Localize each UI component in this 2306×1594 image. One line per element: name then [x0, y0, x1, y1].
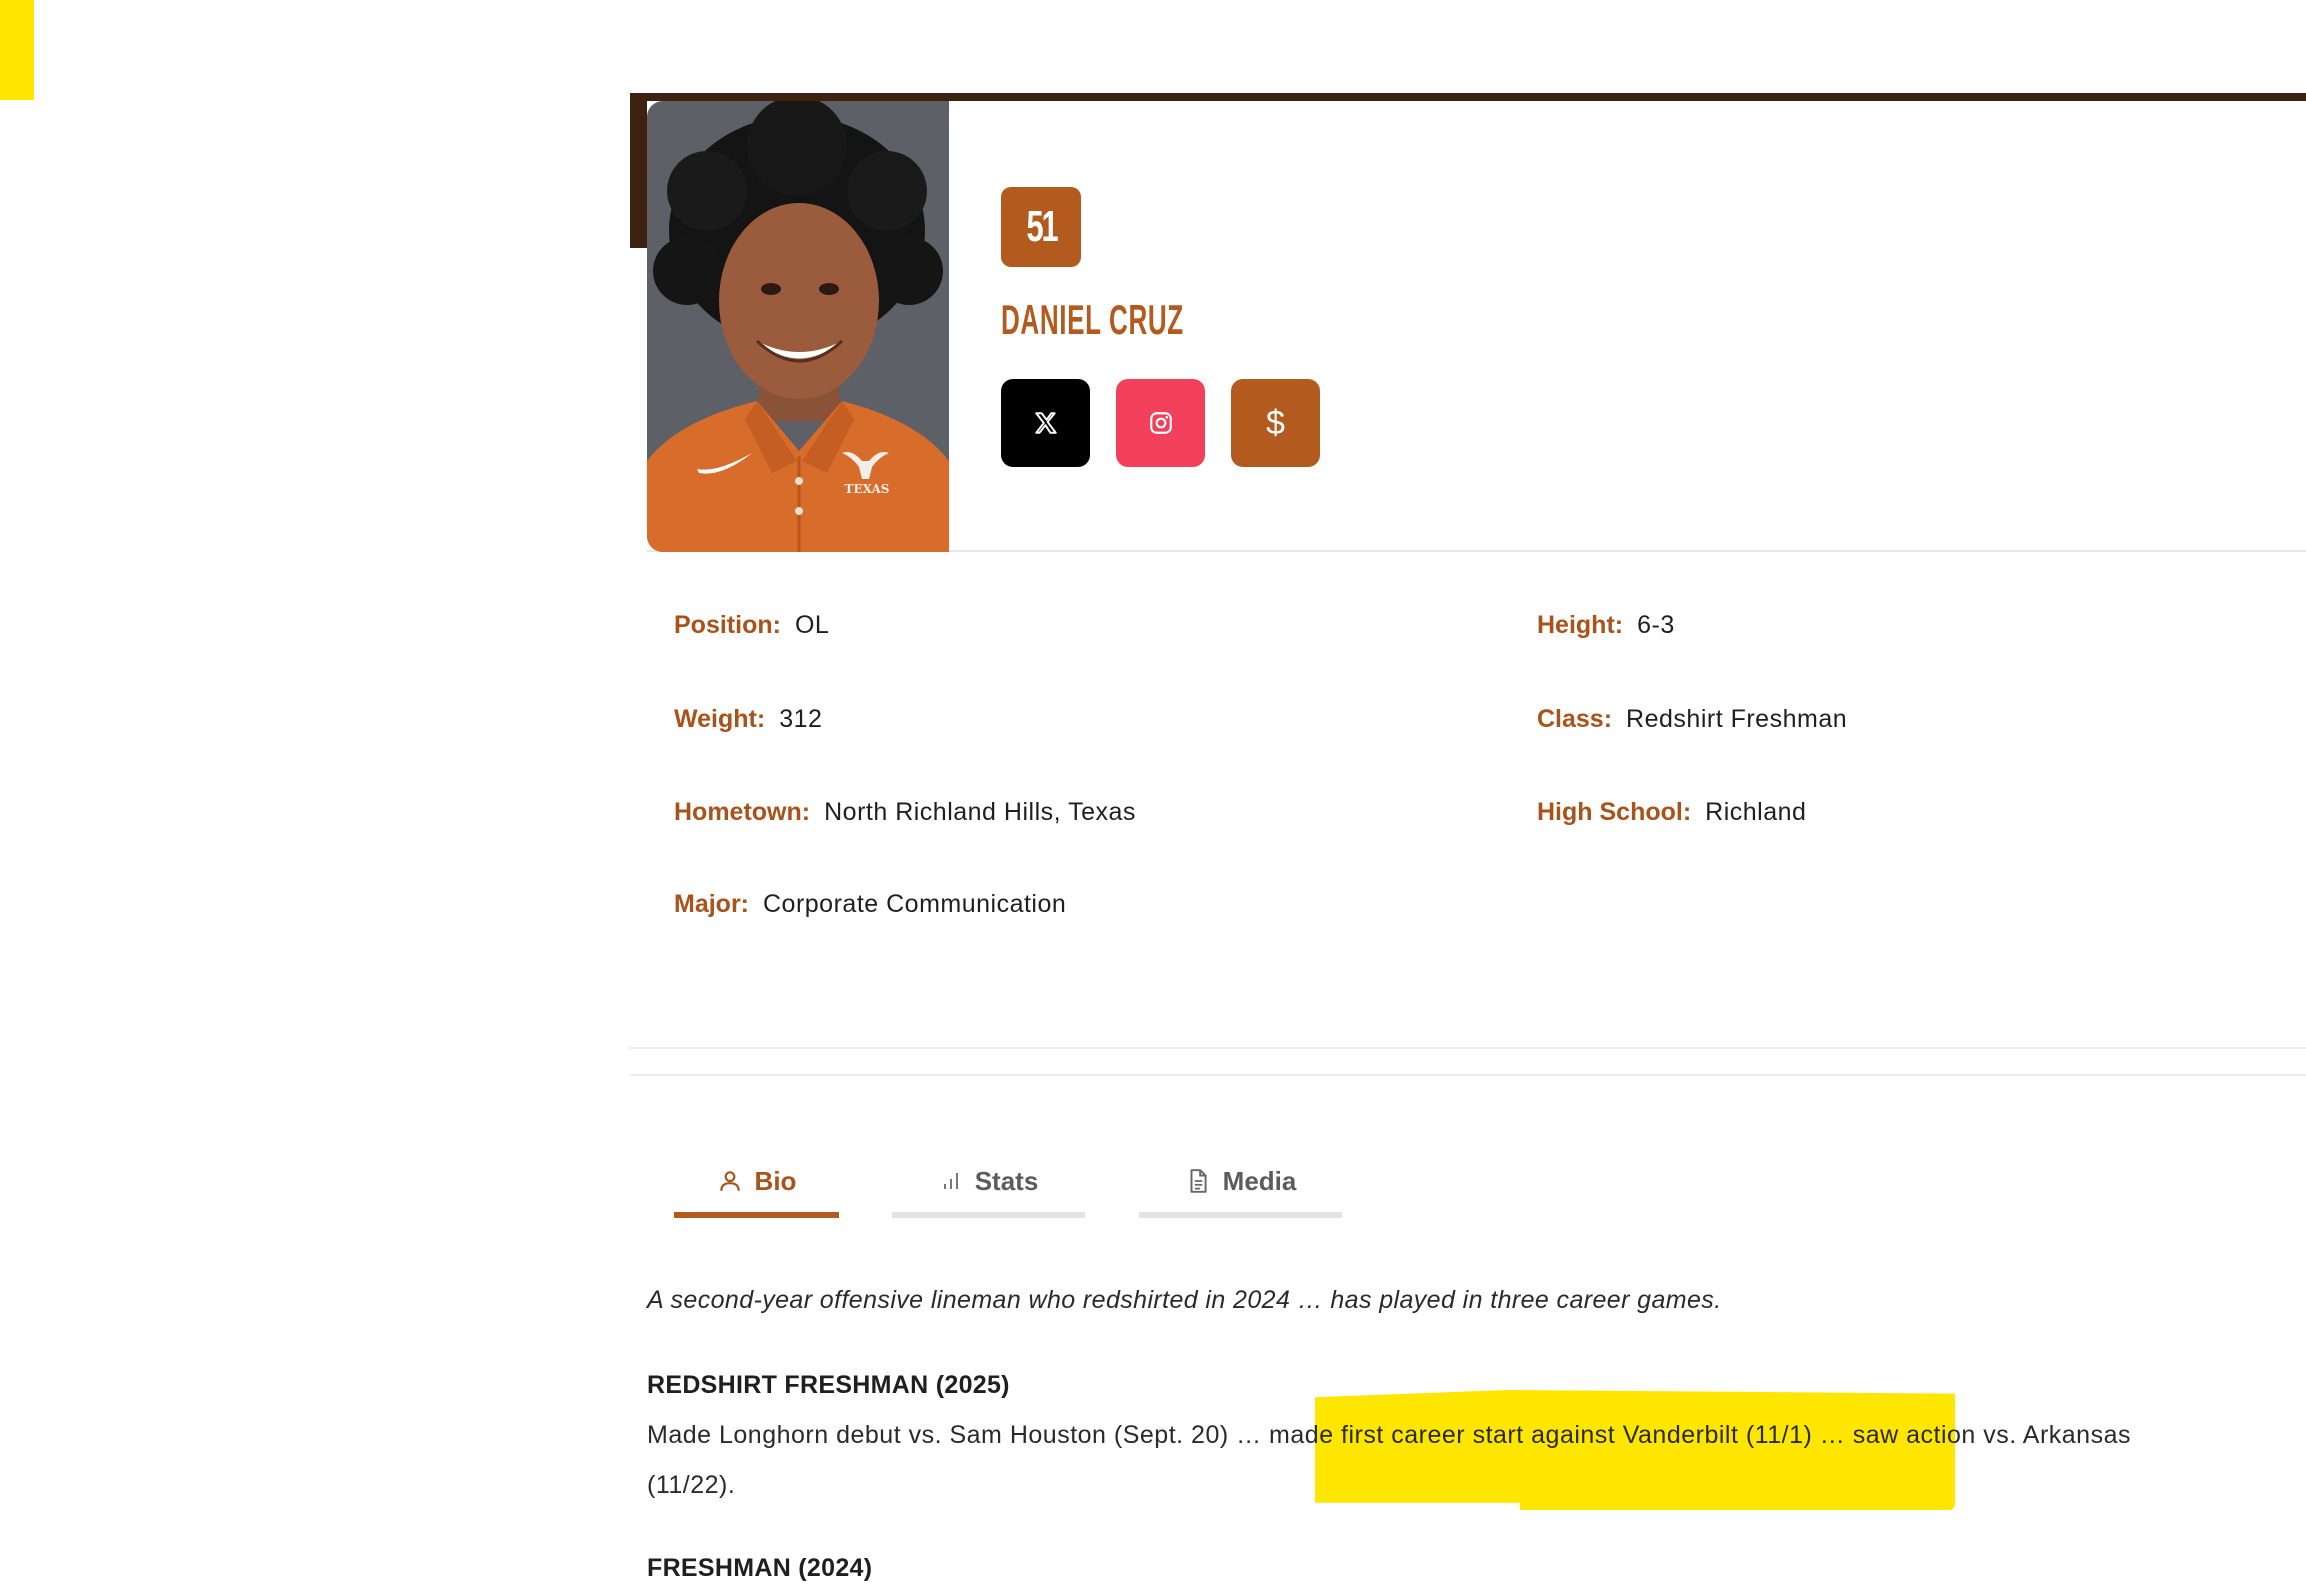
- section-divider: [630, 1047, 2306, 1049]
- info-label: Height:: [1537, 611, 1624, 639]
- player-hero-card: TEXAS: [647, 101, 2306, 552]
- tab-label: Stats: [974, 1165, 1039, 1196]
- info-value: 6-3: [1637, 611, 1675, 639]
- info-value: Redshirt Freshman: [1626, 705, 1848, 733]
- tab-label: Media: [1222, 1165, 1297, 1196]
- tab-media[interactable]: Media: [1139, 1150, 1342, 1218]
- instagram-icon: [1149, 412, 1172, 434]
- player-name: DANIEL CRUZ: [1001, 296, 1184, 343]
- instagram-button[interactable]: [1116, 379, 1205, 467]
- info-value: Richland: [1705, 798, 1807, 826]
- info-weight: Weight: 312: [674, 705, 822, 734]
- tab-label: Bio: [754, 1165, 797, 1196]
- info-value: North Richland Hills, Texas: [824, 798, 1136, 826]
- info-height: Height: 6-3: [1537, 611, 1675, 640]
- info-label: Class:: [1537, 705, 1613, 733]
- info-label: Hometown:: [674, 798, 811, 826]
- document-icon: [1190, 1169, 1207, 1193]
- info-position: Position: OL: [674, 611, 829, 640]
- bio-summary: A second-year offensive lineman who reds…: [647, 1286, 1722, 1314]
- nil-donate-button[interactable]: $: [1231, 379, 1320, 467]
- jersey-number-badge: 51: [1001, 187, 1081, 267]
- info-value: 312: [779, 705, 823, 733]
- info-class: Class: Redshirt Freshman: [1537, 705, 1847, 734]
- bio-paragraph-line: (11/22).: [647, 1471, 736, 1499]
- annotation-marker: [0, 0, 34, 100]
- dollar-icon: $: [1266, 403, 1285, 442]
- twitter-x-button[interactable]: [1001, 379, 1090, 467]
- hero-top-bar: [630, 93, 2306, 101]
- info-label: Major:: [674, 890, 749, 918]
- player-headshot: TEXAS: [647, 101, 949, 552]
- info-label: Weight:: [674, 705, 766, 733]
- info-value: OL: [794, 611, 830, 639]
- tab-bio[interactable]: Bio: [674, 1150, 839, 1218]
- info-hometown: Hometown: North Richland Hills, Texas: [674, 798, 1136, 827]
- bio-paragraph-line: Made Longhorn debut vs. Sam Houston (Sep…: [647, 1421, 2131, 1449]
- bio-section-heading: REDSHIRT FRESHMAN (2025): [647, 1371, 1010, 1399]
- bar-chart-icon: [943, 1173, 958, 1189]
- svg-text:TEXAS: TEXAS: [845, 482, 890, 496]
- hero-left-bar: [630, 93, 648, 248]
- jersey-number: 51: [1025, 202, 1058, 251]
- person-icon: [719, 1171, 740, 1191]
- info-label: High School:: [1537, 798, 1692, 826]
- info-major: Major: Corporate Communication: [674, 890, 1066, 919]
- tab-stats[interactable]: Stats: [892, 1150, 1085, 1218]
- info-value: Corporate Communication: [763, 890, 1067, 918]
- section-divider: [630, 1074, 2306, 1076]
- bio-section-heading: FRESHMAN (2024): [647, 1554, 873, 1582]
- info-label: Position:: [674, 611, 781, 639]
- info-high-school: High School: Richland: [1537, 798, 1806, 827]
- x-logo-icon: [1034, 412, 1057, 434]
